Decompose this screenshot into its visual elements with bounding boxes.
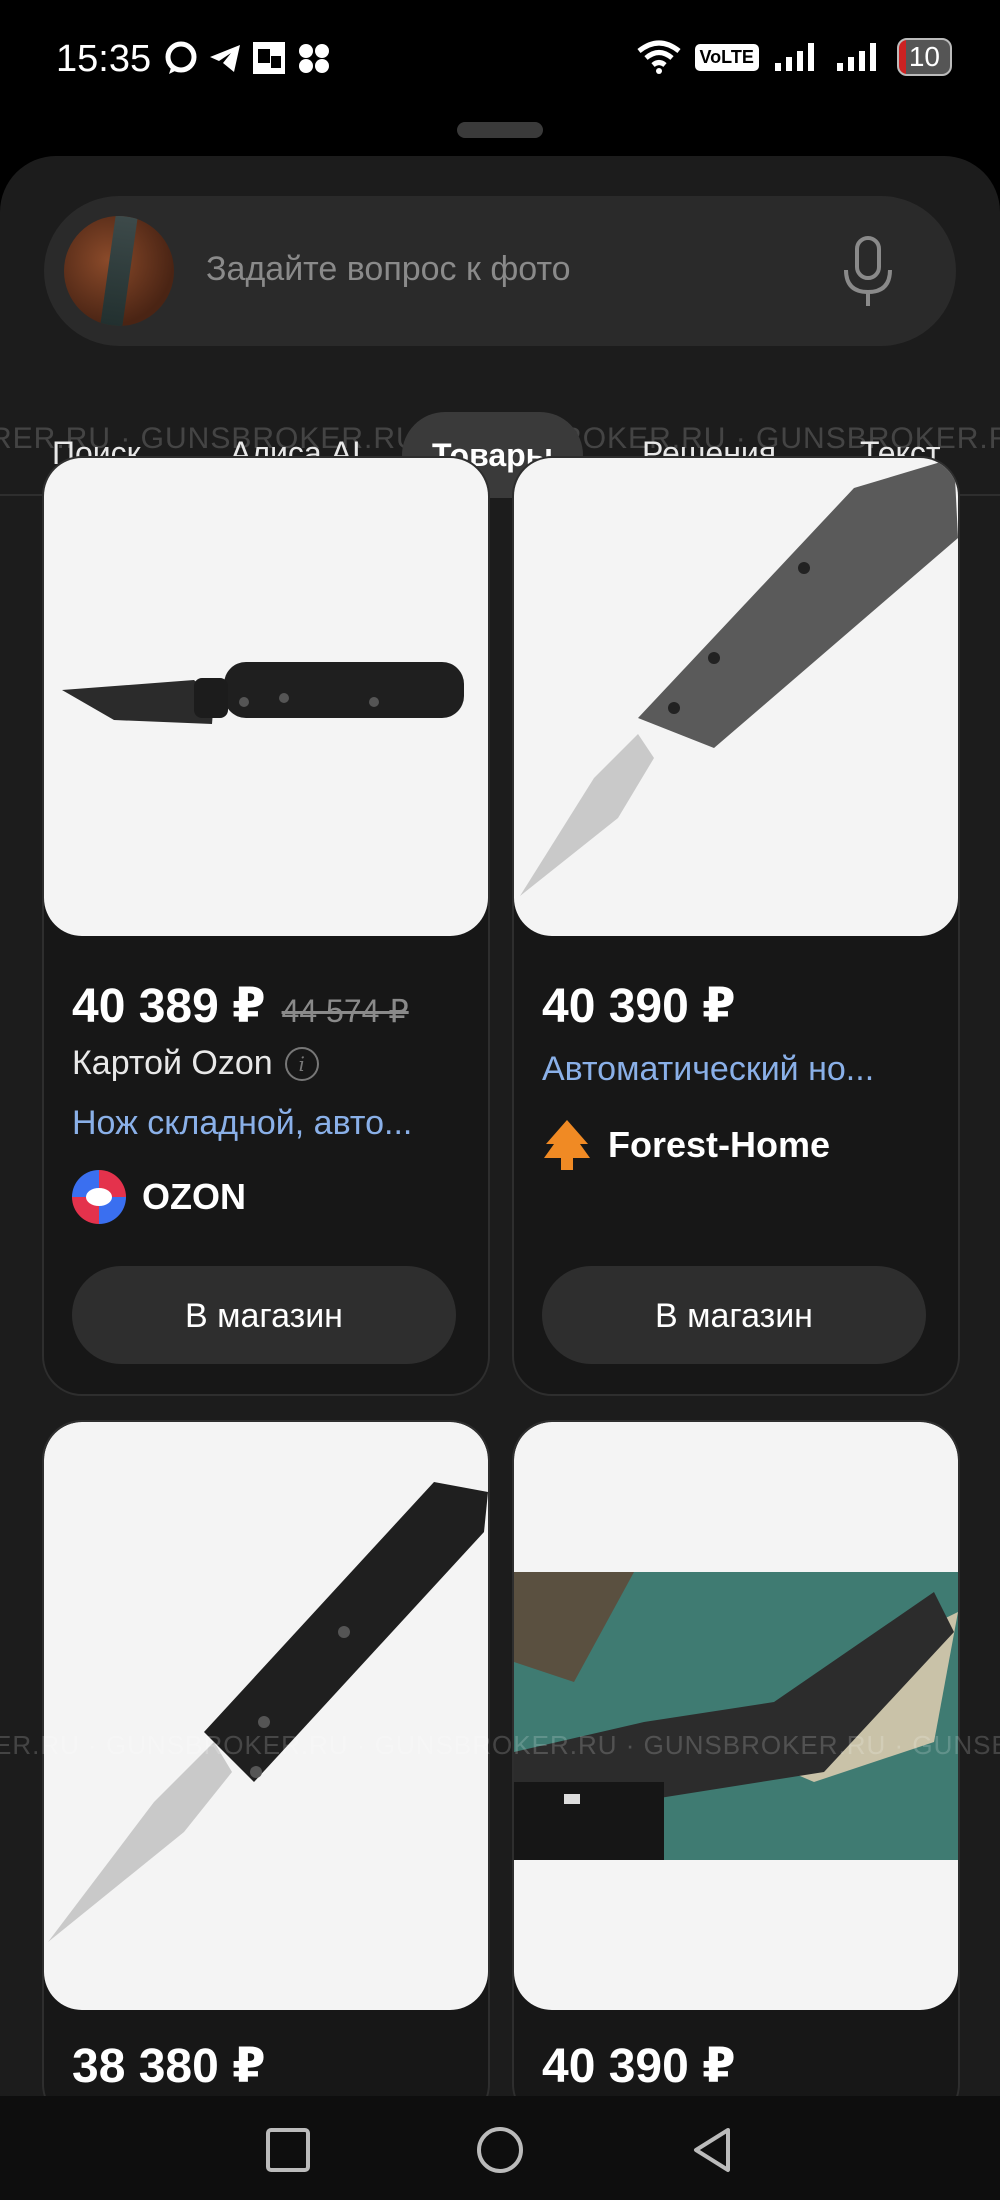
battery-indicator: 10: [896, 38, 952, 76]
old-price: 44 574 ₽: [281, 993, 409, 1029]
back-button[interactable]: [684, 2122, 740, 2178]
notification-icons: [163, 40, 333, 76]
product-image-4[interactable]: [514, 1422, 958, 2010]
price-row: 40 390 ₽: [542, 978, 736, 1034]
results-sheet: Задайте вопрос к фото RER.RU · GUNSBROKE…: [0, 156, 1000, 2096]
sheet-drag-handle[interactable]: [457, 122, 543, 138]
forest-home-logo-icon: [544, 1120, 590, 1170]
payment-label: Картой Ozon: [72, 1044, 273, 1082]
microphone-icon[interactable]: [838, 234, 898, 310]
system-icons: VoLTE 10: [636, 38, 952, 76]
product-image-3[interactable]: [44, 1422, 488, 2010]
status-bar: 15:35 VoLTE 10: [0, 0, 1000, 120]
info-icon[interactable]: i: [284, 1046, 319, 1081]
shop-forest-home[interactable]: Forest-Home: [542, 1118, 830, 1172]
price: 40 390 ₽: [542, 980, 736, 1033]
product-title-link[interactable]: Нож складной, авто...: [72, 1104, 472, 1143]
go-to-store-button[interactable]: В магазин: [72, 1266, 456, 1364]
payment-method: Картой Ozon i: [72, 1044, 319, 1083]
status-time: 15:35: [56, 38, 152, 80]
system-nav-bar: [0, 2096, 1000, 2200]
query-photo-thumbnail[interactable]: [64, 216, 174, 326]
price: 40 389 ₽: [72, 980, 266, 1033]
cluster-icon: [299, 44, 329, 73]
go-to-store-button[interactable]: В магазин: [542, 1266, 926, 1364]
shop-ozon[interactable]: OZON: [72, 1170, 246, 1224]
knife-image: [520, 458, 958, 896]
search-input[interactable]: Задайте вопрос к фото: [206, 250, 571, 289]
product-image-2[interactable]: [514, 458, 958, 936]
price-row: 40 389 ₽ 44 574 ₽: [72, 978, 409, 1034]
shop-name: Forest-Home: [608, 1124, 831, 1165]
price-row: 40 390 ₽: [542, 2038, 736, 2094]
volte-badge: VoLTE: [694, 43, 759, 71]
product-title-link[interactable]: Автоматический но...: [542, 1050, 942, 1089]
knife-photo: [514, 1572, 958, 1860]
price: 38 380 ₽: [72, 2040, 266, 2093]
product-card-2[interactable]: 40 390 ₽ Автоматический но... Forest-Hom…: [512, 456, 960, 1396]
signal-icon-1: [774, 43, 814, 71]
wifi-icon: [636, 40, 681, 74]
image-watermark: ER.RU · GUNSBROKER.RU · GUNSBROKER.RU · …: [0, 1730, 1000, 1760]
recent-apps-button[interactable]: [260, 2122, 316, 2178]
ozon-logo-icon: [72, 1170, 126, 1224]
knife-image: [62, 662, 464, 724]
product-image-1[interactable]: [44, 458, 488, 936]
photo-app-icon: [253, 42, 285, 74]
photo-question-bar[interactable]: Задайте вопрос к фото: [44, 196, 956, 346]
signal-icon-2: [836, 43, 876, 71]
home-button[interactable]: [472, 2122, 528, 2178]
product-card-1[interactable]: 40 389 ₽ 44 574 ₽ Картой Ozon i Нож скла…: [42, 456, 490, 1396]
knife-image: [48, 1482, 488, 1942]
price: 40 390 ₽: [542, 2040, 736, 2093]
chat-icon: [165, 41, 197, 74]
price-row: 38 380 ₽: [72, 2038, 266, 2094]
shop-name: OZON: [142, 1176, 246, 1217]
telegram-icon: [210, 45, 240, 72]
